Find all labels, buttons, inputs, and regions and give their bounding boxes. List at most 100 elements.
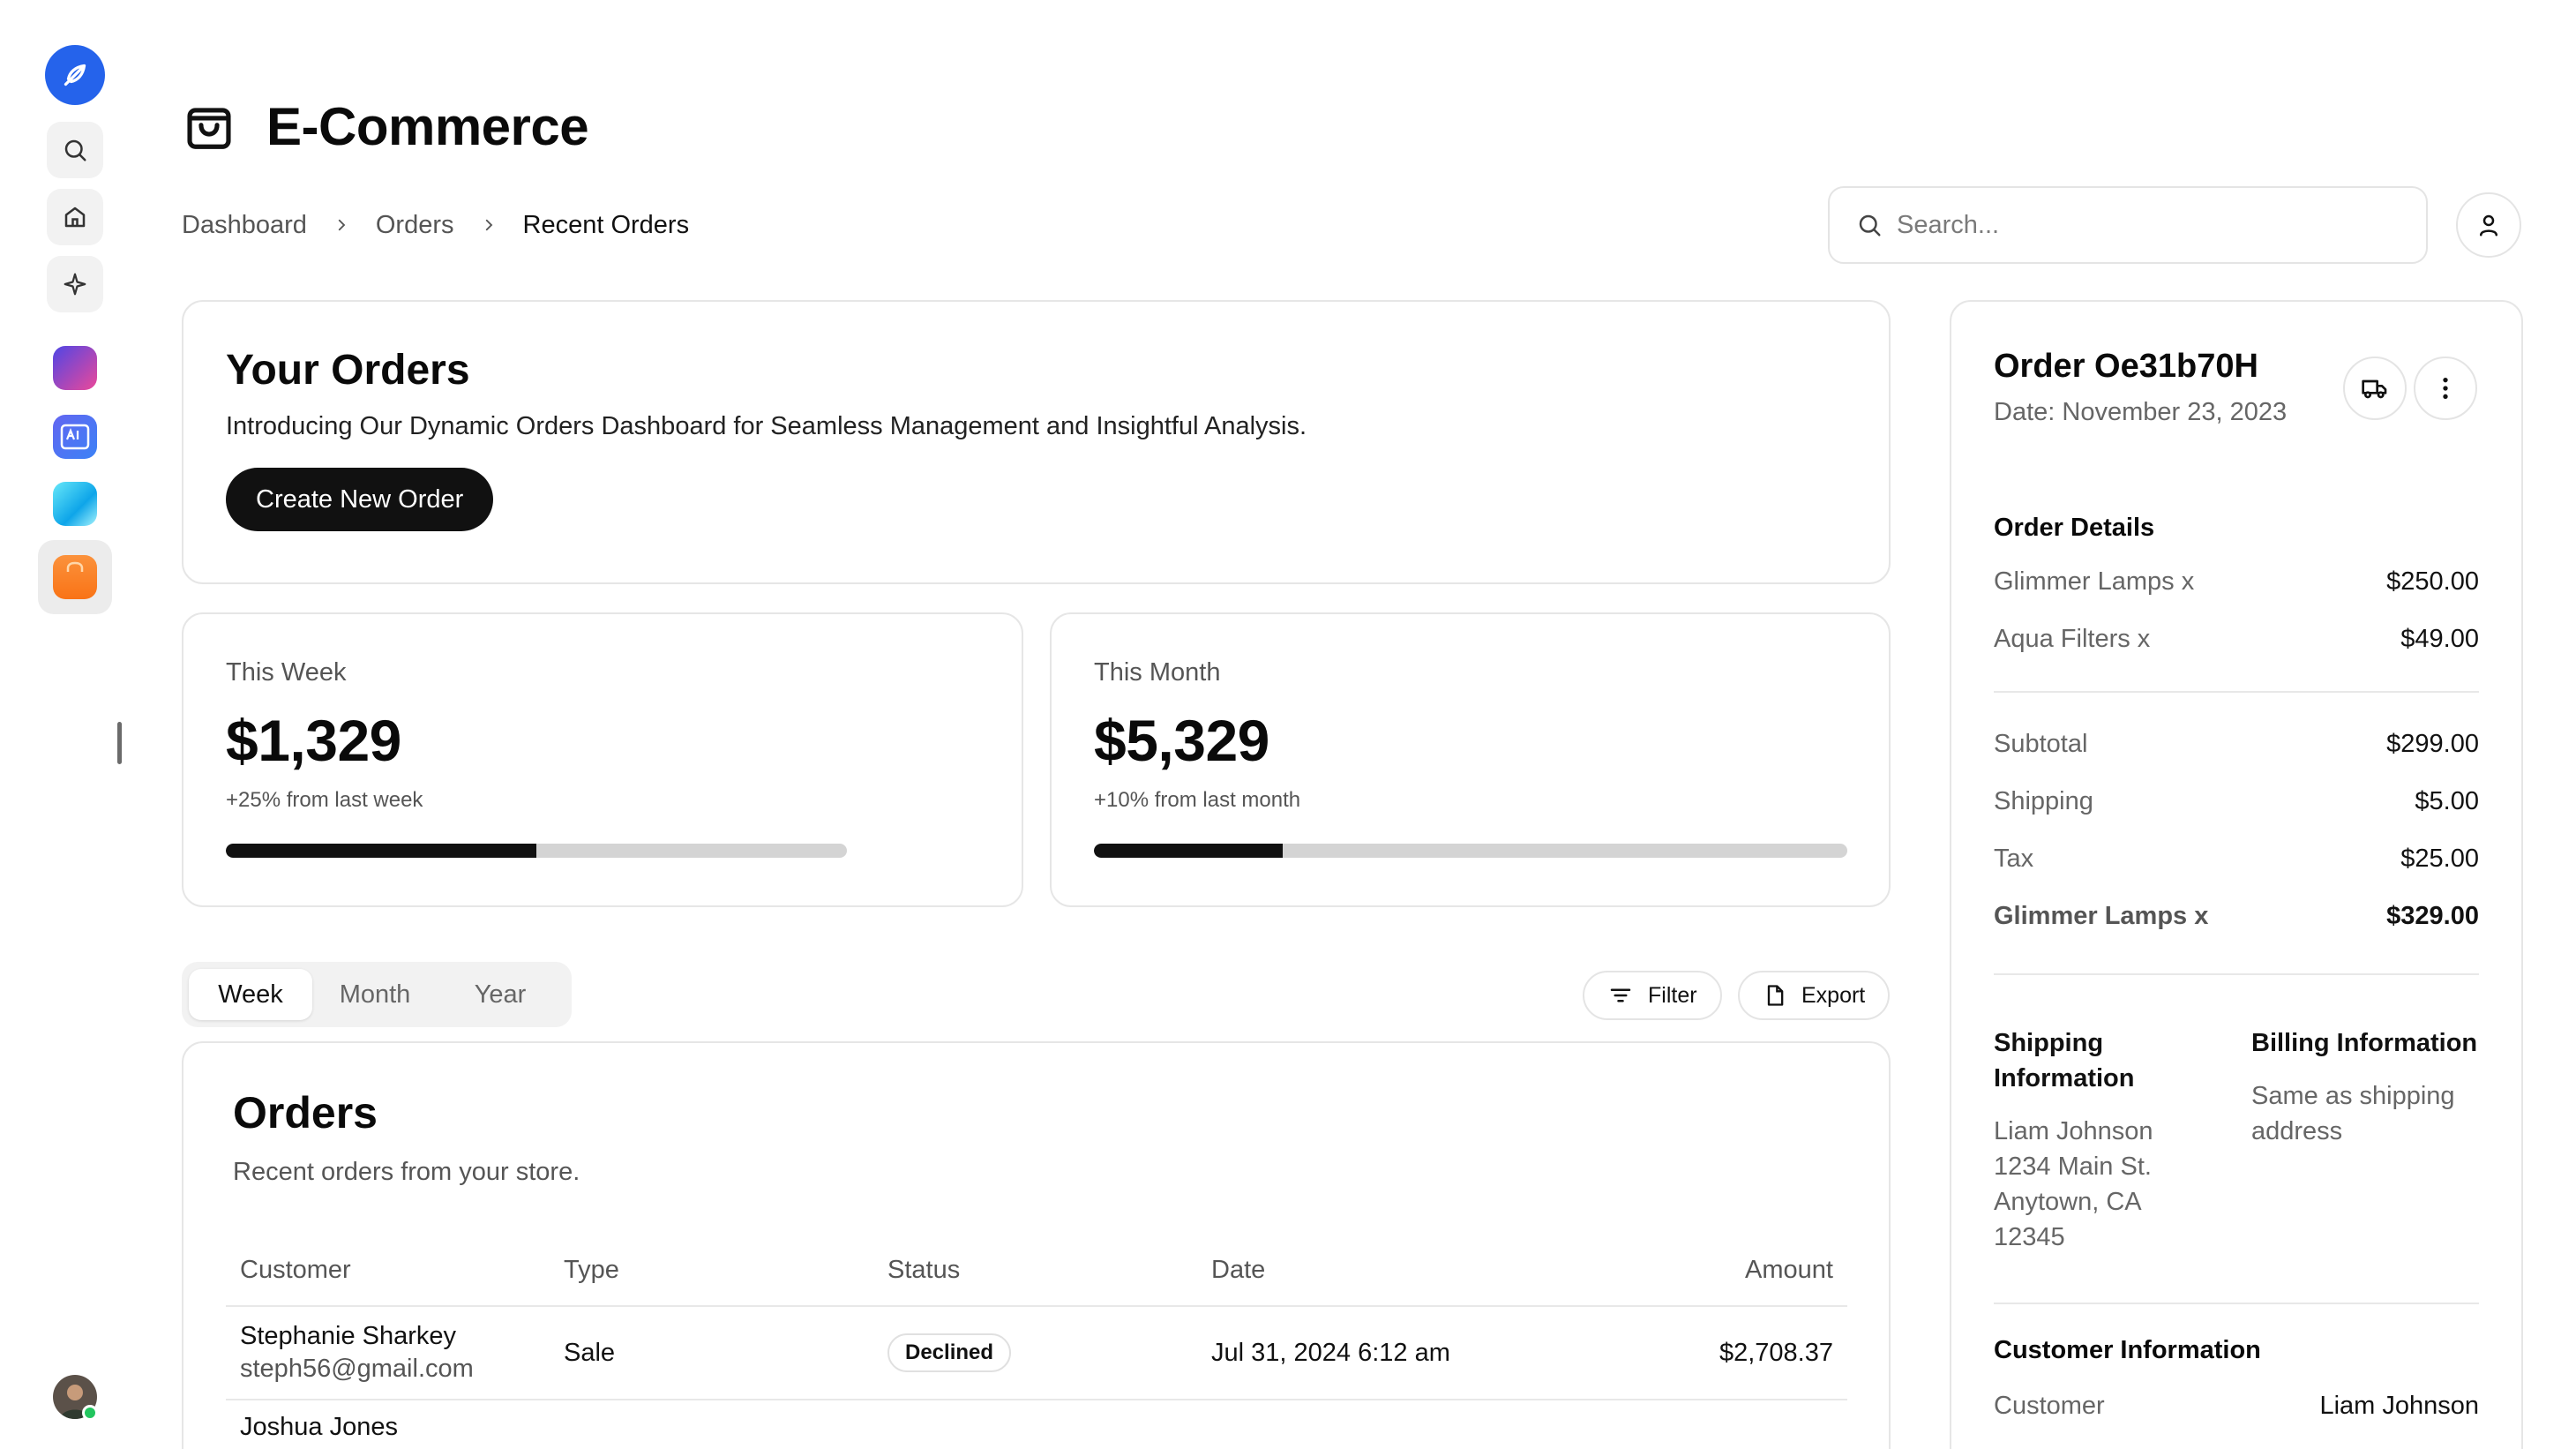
rail-home-button[interactable]: [47, 189, 103, 245]
stat-change: +25% from last week: [226, 788, 423, 812]
progress-fill: [1094, 844, 1283, 858]
order-date: Jul 31, 2024 6:12 am: [1197, 1306, 1621, 1400]
page-title: E-Commerce: [266, 96, 589, 156]
progress-bar: [226, 844, 847, 858]
total-row: Tax $25.00: [1994, 830, 2479, 888]
your-orders-title: Your Orders: [226, 347, 470, 394]
stat-label: This Month: [1094, 658, 1221, 687]
customer-row: Customer Liam Johnson: [1994, 1378, 2479, 1435]
shipping-address: Liam Johnson 1234 Main St. Anytown, CA 1…: [1994, 1114, 2232, 1255]
shopping-bag-icon: [187, 108, 231, 149]
customer-info-title: Customer Information: [1994, 1336, 2261, 1364]
order-type: Sale: [550, 1306, 873, 1400]
file-icon: [1767, 985, 1784, 1006]
rail-search-button[interactable]: [47, 122, 103, 178]
app-logo[interactable]: [45, 45, 105, 105]
item-label: Glimmer Lamps x: [1994, 567, 2195, 596]
grand-total-label: Glimmer Lamps x: [1994, 902, 2209, 930]
filter-label: Filter: [1648, 982, 1697, 1008]
total-label: Tax: [1994, 845, 2034, 873]
export-label: Export: [1801, 982, 1866, 1008]
feather-icon: [64, 64, 86, 86]
breadcrumb-dashboard[interactable]: Dashboard: [182, 211, 307, 240]
grand-total-value: $329.00: [2386, 902, 2479, 930]
order-title: Order Oe31b70H: [1994, 348, 2258, 385]
search-box[interactable]: [1828, 186, 2428, 264]
progress-bar: [1094, 844, 1847, 858]
order-details-title: Order Details: [1994, 514, 2155, 542]
orders-title: Orders: [233, 1088, 378, 1137]
customer-name: Stephanie Sharkey: [240, 1322, 457, 1350]
tab-week[interactable]: Week: [189, 969, 312, 1020]
online-status-dot: [82, 1405, 98, 1421]
column-type[interactable]: Type: [550, 1235, 873, 1307]
app-shopping-icon[interactable]: [53, 555, 97, 599]
order-totals: Subtotal $299.00 Shipping $5.00 Tax $25.…: [1994, 716, 2479, 945]
tab-year[interactable]: Year: [438, 969, 563, 1020]
total-row: Shipping $5.00: [1994, 773, 2479, 830]
search-icon: [1859, 214, 1881, 236]
app-ai-icon[interactable]: [53, 415, 97, 459]
total-label: Subtotal: [1994, 730, 2088, 758]
total-label: Shipping: [1994, 787, 2093, 815]
column-customer[interactable]: Customer: [226, 1235, 550, 1307]
chevron-right-icon: [481, 217, 497, 233]
shipping-title: Shipping Information: [1994, 1029, 2135, 1092]
user-menu-button[interactable]: [2456, 192, 2521, 258]
divider: [1994, 691, 2479, 693]
export-button[interactable]: Export: [1738, 971, 1891, 1020]
shopping-bag-icon: [66, 561, 84, 572]
search-icon: [64, 139, 86, 161]
column-amount[interactable]: Amount: [1621, 1235, 1847, 1307]
breadcrumb: Dashboard Orders Recent Orders: [182, 206, 689, 244]
billing-information: Billing Information Same as shipping add…: [2251, 1025, 2490, 1149]
app-rail: [0, 0, 150, 1449]
stat-card-month: This Month $5,329 +10% from last month: [1050, 612, 1891, 907]
item-label: Aqua Filters x: [1994, 625, 2151, 653]
stat-label: This Week: [226, 658, 347, 687]
status-badge: Declined: [887, 1333, 1012, 1372]
app-wave-icon[interactable]: [53, 482, 97, 526]
item-value: $49.00: [2400, 625, 2479, 653]
sparkles-icon: [64, 273, 86, 296]
order-detail-panel: Order Oe31b70H Date: November 23, 2023 O…: [1950, 300, 2523, 1449]
total-value: $299.00: [2386, 730, 2479, 758]
breadcrumb-recent-orders: Recent Orders: [522, 210, 690, 239]
user-icon: [2480, 214, 2497, 236]
customer-information: Customer Information Customer Liam Johns…: [1994, 1336, 2479, 1435]
search-input[interactable]: [1897, 210, 2391, 240]
ai-window-icon: [60, 424, 90, 450]
filter-button[interactable]: Filter: [1583, 971, 1722, 1020]
rail-resize-handle[interactable]: [117, 722, 122, 764]
track-order-button[interactable]: [2343, 357, 2407, 420]
order-item-row: Glimmer Lamps x $250.00: [1994, 553, 2479, 611]
breadcrumb-orders[interactable]: Orders: [376, 211, 454, 240]
rail-sparkles-button[interactable]: [47, 256, 103, 312]
stat-card-week: This Week $1,329 +25% from last week: [182, 612, 1023, 907]
address-line: Anytown, CA: [1994, 1188, 2142, 1216]
orders-table: Customer Type Status Date Amount Stephan…: [226, 1235, 1847, 1449]
shipping-information: Shipping Information Liam Johnson 1234 M…: [1994, 1025, 2232, 1255]
tab-month[interactable]: Month: [312, 969, 438, 1020]
customer-value: Liam Johnson: [2319, 1392, 2479, 1420]
column-status[interactable]: Status: [873, 1235, 1197, 1307]
progress-fill: [226, 844, 536, 858]
your-orders-card: Your Orders Introducing Our Dynamic Orde…: [182, 300, 1891, 584]
customer-name: Joshua Jones: [240, 1413, 398, 1441]
grand-total-row: Glimmer Lamps x $329.00: [1994, 888, 2479, 945]
column-date[interactable]: Date: [1197, 1235, 1621, 1307]
create-new-order-button[interactable]: Create New Order: [226, 468, 494, 531]
more-options-button[interactable]: [2414, 357, 2477, 420]
chevron-right-icon: [333, 217, 349, 233]
table-row[interactable]: Stephanie Sharkey steph56@gmail.com Sale…: [226, 1306, 1847, 1400]
period-tabs: Week Month Year: [182, 962, 572, 1027]
item-value: $250.00: [2386, 567, 2479, 596]
customer-label: Customer: [1994, 1392, 2105, 1420]
order-item-row: Aqua Filters x $49.00: [1994, 611, 2479, 668]
stat-change: +10% from last month: [1094, 788, 1301, 812]
order-amount: $2,708.37: [1621, 1306, 1847, 1400]
app-design-icon[interactable]: [53, 346, 97, 390]
stat-value: $5,329: [1094, 708, 1269, 773]
table-row[interactable]: Joshua Jones: [226, 1400, 1847, 1449]
orders-description: Recent orders from your store.: [233, 1158, 580, 1186]
